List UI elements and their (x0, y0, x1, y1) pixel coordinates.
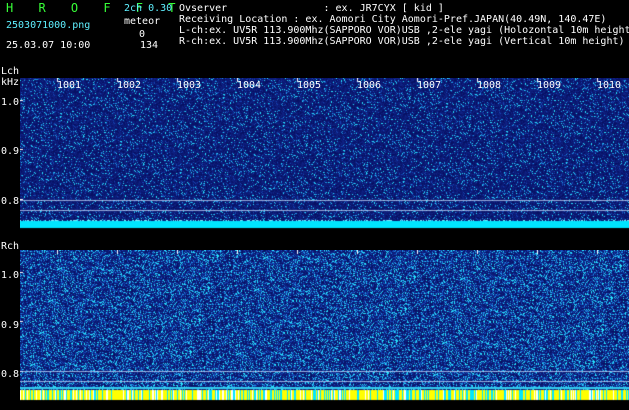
lch-spectrogram (20, 78, 629, 230)
rch-ytick-2: 0.9 (1, 320, 20, 331)
time-tick-label: 1009 (537, 80, 562, 91)
time-tick-label: 1002 (117, 80, 142, 91)
lch-ytick-1: 1.0 (1, 97, 20, 108)
timestamp: 25.03.07 10:00 (6, 40, 91, 51)
header-info: Ovserver : ex. JR7CYX [ kid ] Receiving … (179, 3, 629, 47)
location-line: Receiving Location : ex. Aomori City Aom… (179, 14, 607, 25)
observer-line: Ovserver : ex. JR7CYX [ kid ] (179, 3, 444, 14)
time-tick-label: 1004 (237, 80, 262, 91)
time-tick-label: 1005 (297, 80, 322, 91)
rch-ytick-1: 1.0 (1, 270, 20, 281)
time-tick-label: 1010 (597, 80, 622, 91)
rch-info-line: R-ch:ex. UV5R 113.900Mhz(SAPPORO VOR)USB… (179, 36, 625, 47)
file-name: 2503071000.png (6, 20, 91, 31)
time-tick-label: 1003 (177, 80, 202, 91)
meteor-count-l: 0 (139, 29, 146, 40)
rch-ytick-3: 0.8 (1, 369, 20, 380)
lch-info-line: L-ch:ex. UV5R 113.900Mhz(SAPPORO VOR)USB… (179, 25, 629, 36)
mode-label: 2ch 0.30 (124, 3, 173, 14)
time-tick-label: 1007 (417, 80, 442, 91)
time-tick-label: 1001 (57, 80, 82, 91)
lch-label: Lch (1, 66, 20, 77)
meteor-count-r: 134 (140, 40, 159, 51)
rch-label: Rch (1, 241, 20, 252)
lch-ytick-3: 0.8 (1, 196, 20, 207)
time-tick-label: 1006 (357, 80, 382, 91)
meteor-label: meteor (124, 16, 161, 27)
rch-spectrogram (20, 250, 629, 402)
lch-unit: kHz (1, 77, 20, 88)
time-tick-label: 1008 (477, 80, 502, 91)
lch-ytick-2: 0.9 (1, 146, 20, 157)
